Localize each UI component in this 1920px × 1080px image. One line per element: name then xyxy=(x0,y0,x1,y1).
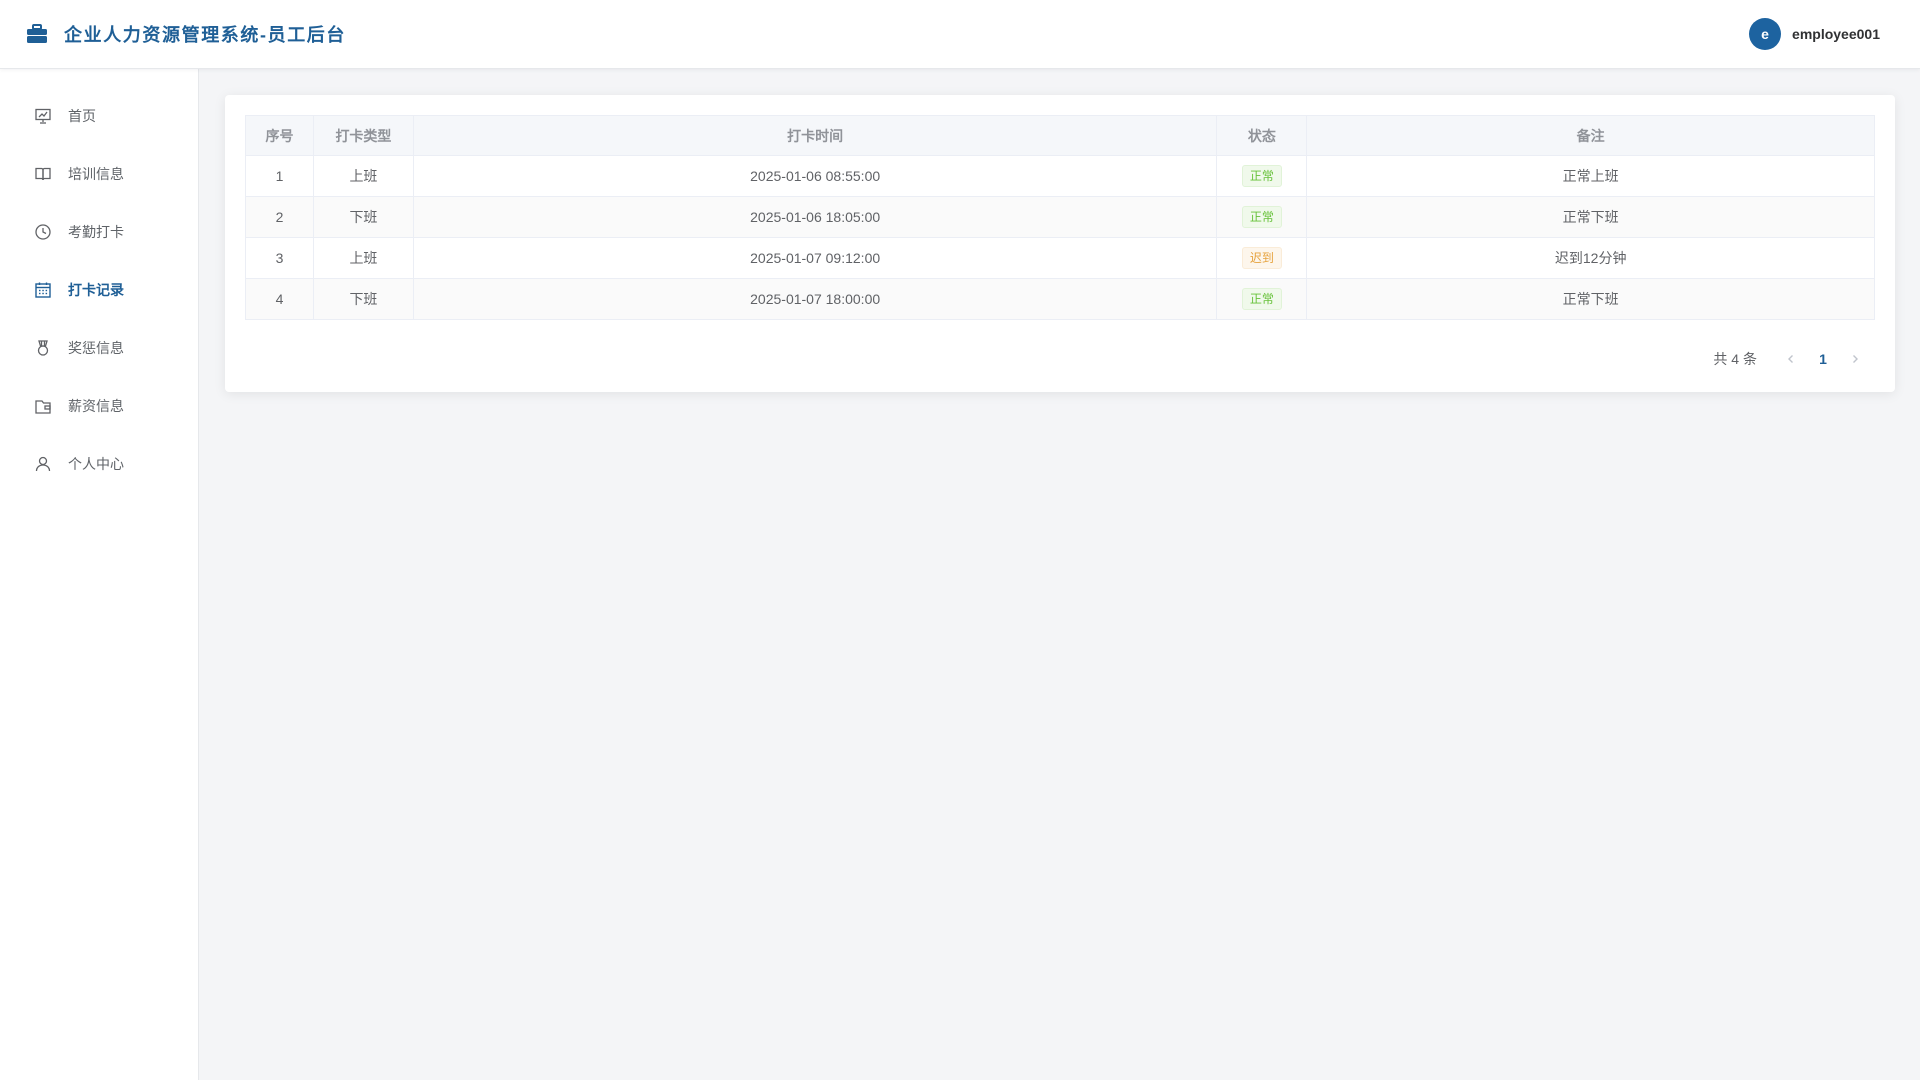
briefcase-icon xyxy=(27,24,47,43)
page-number-button[interactable]: 1 xyxy=(1807,345,1839,373)
user-icon xyxy=(34,455,52,473)
next-page-button[interactable] xyxy=(1839,345,1871,373)
user-menu[interactable]: e employee001 xyxy=(1749,18,1880,50)
table-row: 4 下班 2025-01-07 18:00:00 正常 正常下班 xyxy=(245,278,1875,320)
status-badge: 正常 xyxy=(1241,206,1282,228)
table-row: 3 上班 2025-01-07 09:12:00 迟到 迟到12分钟 xyxy=(245,237,1875,279)
cell-time: 2025-01-07 18:00:00 xyxy=(412,278,1218,320)
chevron-left-icon xyxy=(1788,355,1793,363)
column-header-status: 状态 xyxy=(1216,115,1308,156)
sidebar-item-salary[interactable]: 薪资信息 xyxy=(0,377,198,435)
sidebar-item-label: 打卡记录 xyxy=(68,282,124,298)
sidebar-item-label: 培训信息 xyxy=(68,166,124,182)
sidebar-item-profile[interactable]: 个人中心 xyxy=(0,435,198,493)
column-header-remark: 备注 xyxy=(1306,115,1875,156)
prev-page-button[interactable] xyxy=(1775,345,1807,373)
pagination: 共 4 条 1 xyxy=(1713,345,1871,373)
column-header-index: 序号 xyxy=(245,115,314,156)
cell-time: 2025-01-07 09:12:00 xyxy=(412,237,1218,279)
sidebar-item-label: 个人中心 xyxy=(68,456,124,472)
sidebar-item-label: 首页 xyxy=(68,108,96,124)
cell-status: 正常 xyxy=(1216,155,1308,197)
brand: 企业人力资源管理系统-员工后台 xyxy=(26,21,346,47)
pagination-total: 共 4 条 xyxy=(1713,351,1757,367)
sidebar-item-rewards[interactable]: 奖惩信息 xyxy=(0,319,198,377)
cell-remark: 正常下班 xyxy=(1306,278,1875,320)
cell-index: 3 xyxy=(245,237,314,279)
status-badge: 迟到 xyxy=(1241,247,1282,269)
cell-type: 上班 xyxy=(312,237,414,279)
column-header-type: 打卡类型 xyxy=(312,115,414,156)
sidebar-item-label: 考勤打卡 xyxy=(68,224,124,240)
cell-index: 1 xyxy=(245,155,314,197)
status-badge: 正常 xyxy=(1241,165,1282,187)
sidebar-item-home[interactable]: 首页 xyxy=(0,87,198,145)
records-card: 序号 打卡类型 打卡时间 状态 备注 1 上班 2025-01-06 08:55… xyxy=(225,95,1895,392)
cell-time: 2025-01-06 08:55:00 xyxy=(412,155,1218,197)
cell-type: 下班 xyxy=(312,278,414,320)
column-header-time: 打卡时间 xyxy=(412,115,1218,156)
medal-icon xyxy=(34,339,52,357)
cell-type: 下班 xyxy=(312,196,414,238)
sidebar-item-attendance[interactable]: 考勤打卡 xyxy=(0,203,198,261)
cell-remark: 迟到12分钟 xyxy=(1306,237,1875,279)
sidebar-item-label: 奖惩信息 xyxy=(68,340,124,356)
cell-status: 正常 xyxy=(1216,278,1308,320)
cell-index: 2 xyxy=(245,196,314,238)
open-book-icon xyxy=(34,165,52,183)
avatar[interactable]: e xyxy=(1749,18,1782,50)
clock-icon xyxy=(34,223,52,241)
calendar-icon xyxy=(34,281,52,299)
status-badge: 正常 xyxy=(1241,288,1282,310)
sidebar: 首页 培训信息 考勤打卡 打卡记录 奖惩信息 薪资信息 个人中心 xyxy=(0,69,199,1080)
cell-remark: 正常上班 xyxy=(1306,155,1875,197)
cell-status: 正常 xyxy=(1216,196,1308,238)
main-content: 序号 打卡类型 打卡时间 状态 备注 1 上班 2025-01-06 08:55… xyxy=(199,69,1920,1080)
cell-index: 4 xyxy=(245,278,314,320)
cell-remark: 正常下班 xyxy=(1306,196,1875,238)
top-header: 企业人力资源管理系统-员工后台 e employee001 xyxy=(0,0,1920,69)
cell-time: 2025-01-06 18:05:00 xyxy=(412,196,1218,238)
table-header-row: 序号 打卡类型 打卡时间 状态 备注 xyxy=(245,115,1875,156)
table-row: 1 上班 2025-01-06 08:55:00 正常 正常上班 xyxy=(245,155,1875,197)
app-title: 企业人力资源管理系统-员工后台 xyxy=(64,25,346,45)
chevron-right-icon xyxy=(1853,355,1858,363)
cell-status: 迟到 xyxy=(1216,237,1308,279)
presentation-board-icon xyxy=(34,107,52,125)
sidebar-item-training[interactable]: 培训信息 xyxy=(0,145,198,203)
wallet-icon xyxy=(34,397,52,415)
cell-type: 上班 xyxy=(312,155,414,197)
punch-records-table: 序号 打卡类型 打卡时间 状态 备注 1 上班 2025-01-06 08:55… xyxy=(245,115,1875,320)
username[interactable]: employee001 xyxy=(1792,26,1880,42)
table-row: 2 下班 2025-01-06 18:05:00 正常 正常下班 xyxy=(245,196,1875,238)
sidebar-item-punch-records[interactable]: 打卡记录 xyxy=(0,261,198,319)
sidebar-item-label: 薪资信息 xyxy=(68,398,124,414)
